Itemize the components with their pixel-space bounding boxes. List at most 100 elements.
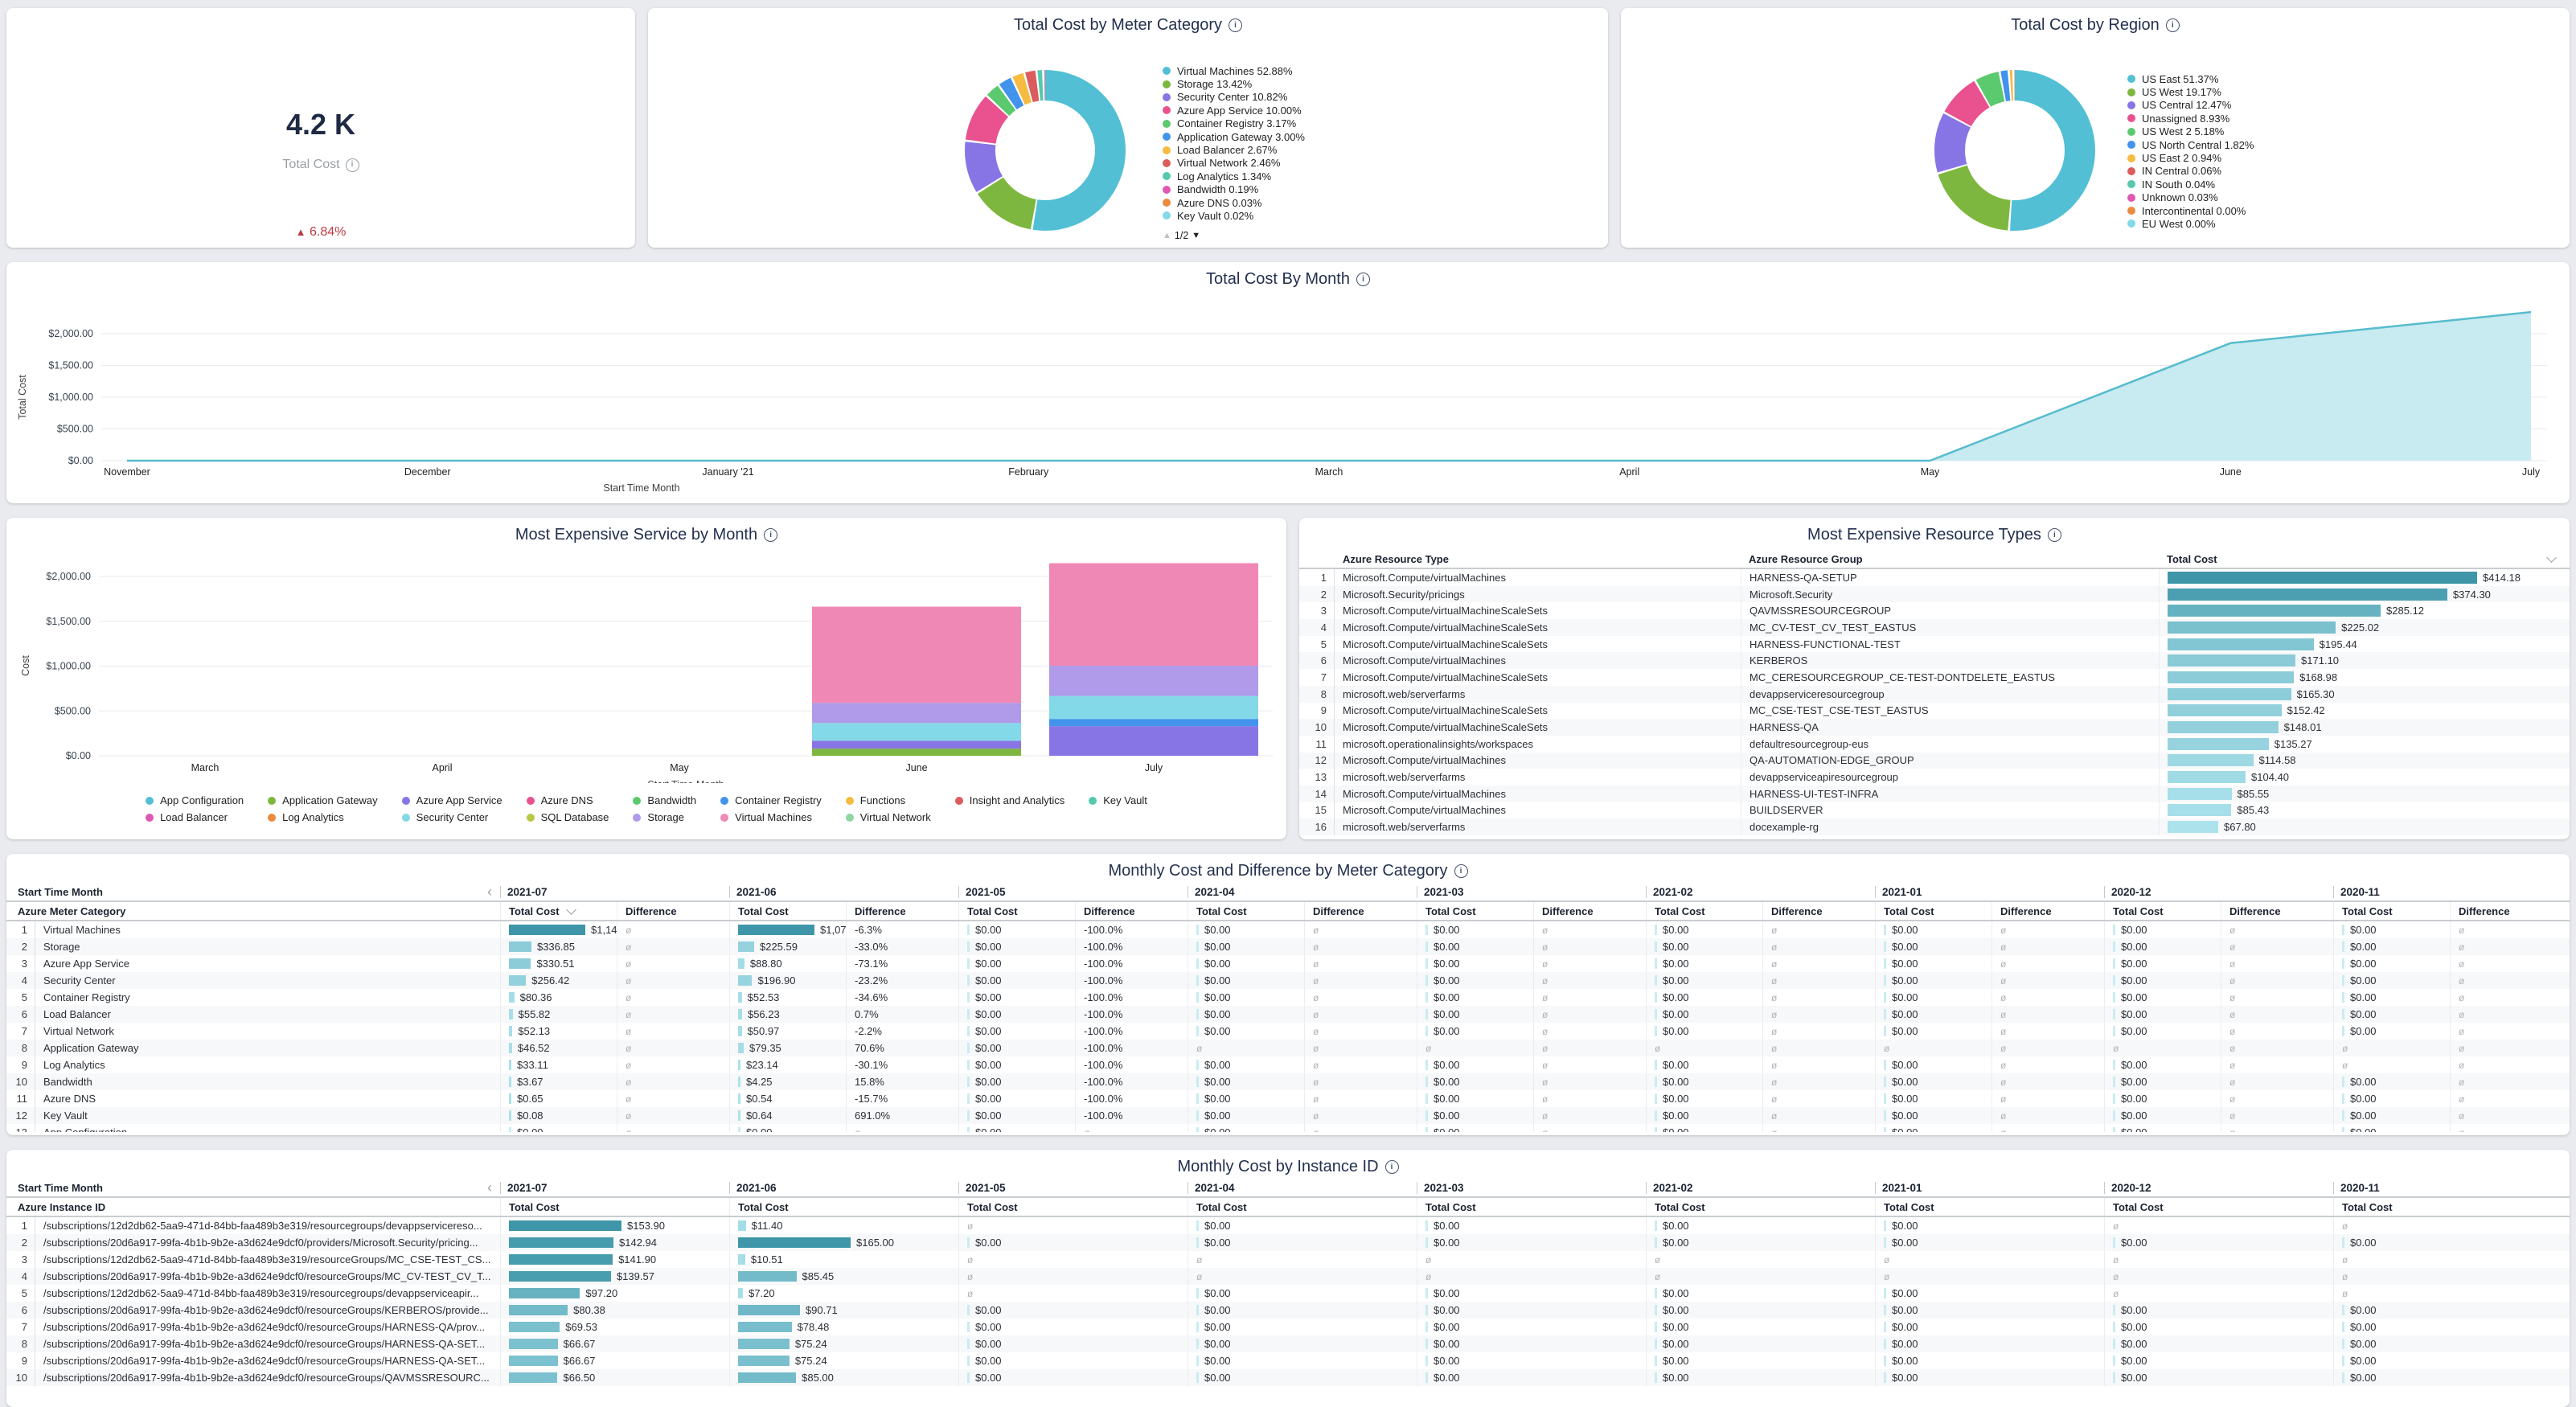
legend-item[interactable]: Azure DNS [527,794,609,806]
legend-item[interactable]: Insight and Analytics [955,794,1065,806]
legend-item[interactable]: Azure App Service 10.00% [1163,104,1305,117]
sort-chevron-icon[interactable] [2546,552,2557,563]
sort-chevron-icon[interactable] [566,904,576,915]
info-icon[interactable]: i [2048,528,2061,542]
month-label[interactable]: 2020-12 [2104,886,2151,898]
column-header-total-cost[interactable]: Total Cost [2104,1198,2333,1216]
stack-segment-azure-app-service[interactable] [812,740,1021,749]
legend-item[interactable]: Application Gateway [268,794,378,806]
column-header-total-cost[interactable]: Total Cost [1875,1198,2104,1216]
stack-segment-storage[interactable] [812,703,1021,723]
column-header-total-cost[interactable]: Total Cost [1875,902,1991,920]
month-label[interactable]: 2021-04 [1188,886,1235,898]
column-header-total-cost[interactable]: Total Cost [2159,550,2570,568]
prev-chevron-icon[interactable]: ‹ [487,1179,492,1196]
month-label[interactable]: 2021-05 [958,886,1006,898]
legend-item[interactable]: Storage [633,811,696,823]
month-label[interactable]: 2021-07 [500,886,548,898]
legend-item[interactable]: Bandwidth [633,794,696,806]
column-header-difference[interactable]: Difference [2450,902,2562,920]
column-header-total-cost[interactable]: Total Cost [1646,1198,1875,1216]
column-header-difference[interactable]: Difference [1533,902,1646,920]
column-header-total-cost[interactable]: Total Cost [500,902,617,920]
column-header-total-cost[interactable]: Total Cost [958,1198,1188,1216]
column-header-total-cost[interactable]: Total Cost [2333,902,2450,920]
legend-item[interactable]: Security Center 10.82% [1163,91,1305,104]
legend-item[interactable]: Intercontinental 0.00% [2127,204,2254,217]
column-header-difference[interactable]: Difference [617,902,729,920]
legend-item[interactable]: EU West 0.00% [2127,217,2254,230]
legend-item[interactable]: Key Vault [1089,794,1147,806]
region-donut-chart[interactable] [1930,65,2100,236]
legend-item[interactable]: US East 2 0.94% [2127,151,2254,164]
legend-item[interactable]: IN South 0.04% [2127,178,2254,191]
info-icon[interactable]: i [1385,1160,1399,1174]
stack-segment-application-gateway[interactable] [812,749,1021,756]
month-label[interactable]: 2021-06 [729,1182,777,1194]
stack-segment-security-center[interactable] [1049,696,1258,720]
column-header-total-cost[interactable]: Total Cost [1417,902,1533,920]
month-label[interactable]: 2021-05 [958,1182,1006,1194]
legend-item[interactable]: Virtual Network 2.46% [1163,157,1305,170]
legend-item[interactable]: Virtual Network [846,811,931,823]
legend-item[interactable]: Unknown 0.03% [2127,191,2254,204]
month-label[interactable]: 2020-12 [2104,1182,2151,1194]
legend-item[interactable]: Storage 13.42% [1163,77,1305,90]
month-label[interactable]: 2021-04 [1188,1182,1235,1194]
stack-segment-azure-app-service[interactable] [1049,726,1258,756]
legend-item[interactable]: IN Central 0.06% [2127,165,2254,178]
column-header-total-cost[interactable]: Total Cost [1417,1198,1646,1216]
info-icon[interactable]: i [1229,18,1242,32]
month-label[interactable]: 2021-07 [500,1182,548,1194]
legend-item[interactable]: Bandwidth 0.19% [1163,183,1305,196]
legend-item[interactable]: Container Registry 3.17% [1163,117,1305,130]
legend-item[interactable]: Load Balancer 2.67% [1163,143,1305,156]
column-header-difference[interactable]: Difference [2221,902,2333,920]
stack-segment-security-center[interactable] [812,723,1021,740]
legend-item[interactable]: US West 2 5.18% [2127,125,2254,138]
legend-item[interactable]: Application Gateway 3.00% [1163,130,1305,143]
month-label[interactable]: 2021-02 [1646,1182,1693,1194]
month-label[interactable]: 2021-03 [1417,886,1464,898]
meter-category-donut-chart[interactable] [960,65,1130,236]
column-header-total-cost[interactable]: Total Cost [729,1198,958,1216]
month-label[interactable]: 2020-11 [2333,886,2380,898]
column-header-total-cost[interactable]: Total Cost [1188,1198,1417,1216]
month-label[interactable]: 2021-01 [1875,886,1922,898]
month-label[interactable]: 2020-11 [2333,1182,2380,1194]
column-header-difference[interactable]: Difference [1991,902,2104,920]
stack-segment-virtual-machines[interactable] [1049,563,1258,666]
legend-item[interactable]: US North Central 1.82% [2127,138,2254,151]
legend-item[interactable]: US East 51.37% [2127,72,2254,85]
column-header-difference[interactable]: Difference [846,902,958,920]
month-label[interactable]: 2021-06 [729,886,777,898]
month-label[interactable]: 2021-02 [1646,886,1693,898]
column-header-total-cost[interactable]: Total Cost [958,902,1075,920]
info-icon[interactable]: i [2166,18,2180,32]
legend-item[interactable]: US Central 12.47% [2127,99,2254,112]
column-header-total-cost[interactable]: Total Cost [2104,902,2221,920]
column-header-total-cost[interactable]: Total Cost [729,902,846,920]
column-header-resource-group[interactable]: Azure Resource Group [1741,550,2159,568]
legend-item[interactable]: Azure App Service [402,794,502,806]
column-header-total-cost[interactable]: Total Cost [500,1198,729,1216]
legend-item[interactable]: Container Registry [720,794,822,806]
month-label[interactable]: 2021-01 [1875,1182,1922,1194]
legend-item[interactable]: App Configuration [146,794,244,806]
legend-item[interactable]: Log Analytics [268,811,378,823]
legend-item[interactable]: Unassigned 8.93% [2127,112,2254,125]
prev-chevron-icon[interactable]: ‹ [487,884,492,900]
legend-item[interactable]: Key Vault 0.02% [1163,209,1305,222]
month-label[interactable]: 2021-03 [1417,1182,1464,1194]
legend-item[interactable]: US West 19.17% [2127,85,2254,98]
most-expensive-service-stacked-bar-chart[interactable]: $0.00$500.00$1,000.00$1,500.00$2,000.00M… [6,518,1286,783]
legend-item[interactable]: Functions [846,794,931,806]
column-header-difference[interactable]: Difference [1762,902,1875,920]
legend-item[interactable]: Load Balancer [146,811,244,823]
column-header-resource-type[interactable]: Azure Resource Type [1335,550,1741,568]
column-header-difference[interactable]: Difference [1304,902,1417,920]
column-header-total-cost[interactable]: Total Cost [2333,1198,2562,1216]
stack-segment-storage[interactable] [1049,666,1258,696]
legend-item[interactable]: Azure DNS 0.03% [1163,196,1305,209]
pager-down-icon[interactable]: ▼ [1192,231,1200,240]
